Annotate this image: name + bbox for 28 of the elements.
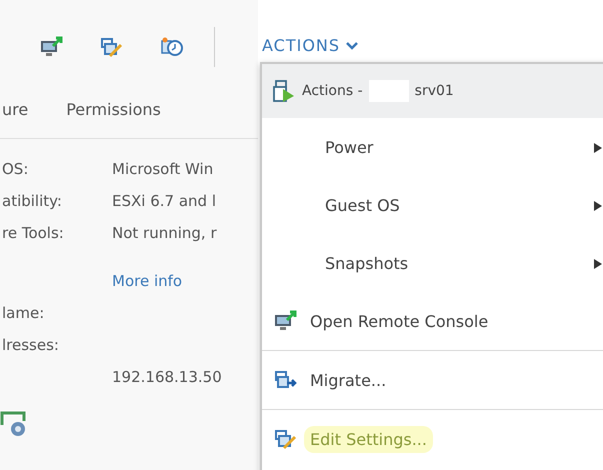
property-label: lame: — [2, 303, 46, 324]
property-value: Microsoft Win — [112, 159, 214, 180]
vm-name: srv01 — [414, 83, 454, 99]
menu-item[interactable]: Guest OS — [262, 176, 603, 234]
property-label: re Tools: — [2, 223, 65, 244]
menu-item[interactable]: Snapshots — [262, 234, 603, 292]
migrate-icon — [274, 369, 298, 391]
chevron-down-icon — [346, 42, 358, 50]
submenu-arrow-icon — [594, 259, 602, 269]
property-label: atibility: — [2, 191, 63, 212]
submenu-arrow-icon — [594, 201, 602, 211]
submenu-arrow-icon — [594, 143, 602, 153]
menu-item[interactable]: Open Remote Console — [262, 292, 603, 350]
edit-icon — [274, 428, 298, 450]
property-label: OS: — [2, 159, 30, 180]
property-label: lresses: — [2, 335, 60, 356]
menu-item[interactable]: Power — [262, 118, 603, 176]
menu-header-title: Actions - — [302, 83, 363, 99]
property-value: ESXi 6.7 and l — [112, 191, 217, 212]
more-info-link[interactable]: More info — [112, 269, 258, 293]
tab[interactable]: Permissions — [66, 98, 161, 130]
console-icon — [274, 310, 298, 332]
property-value: Not running, r — [112, 223, 218, 244]
property-value: 192.168.13.50 — [112, 367, 223, 388]
menu-item[interactable]: Migrate... — [262, 351, 603, 409]
tab[interactable]: ure — [2, 98, 28, 130]
actions-menu-button[interactable]: ACTIONS — [262, 36, 358, 55]
vm-actions-icon — [272, 79, 296, 103]
